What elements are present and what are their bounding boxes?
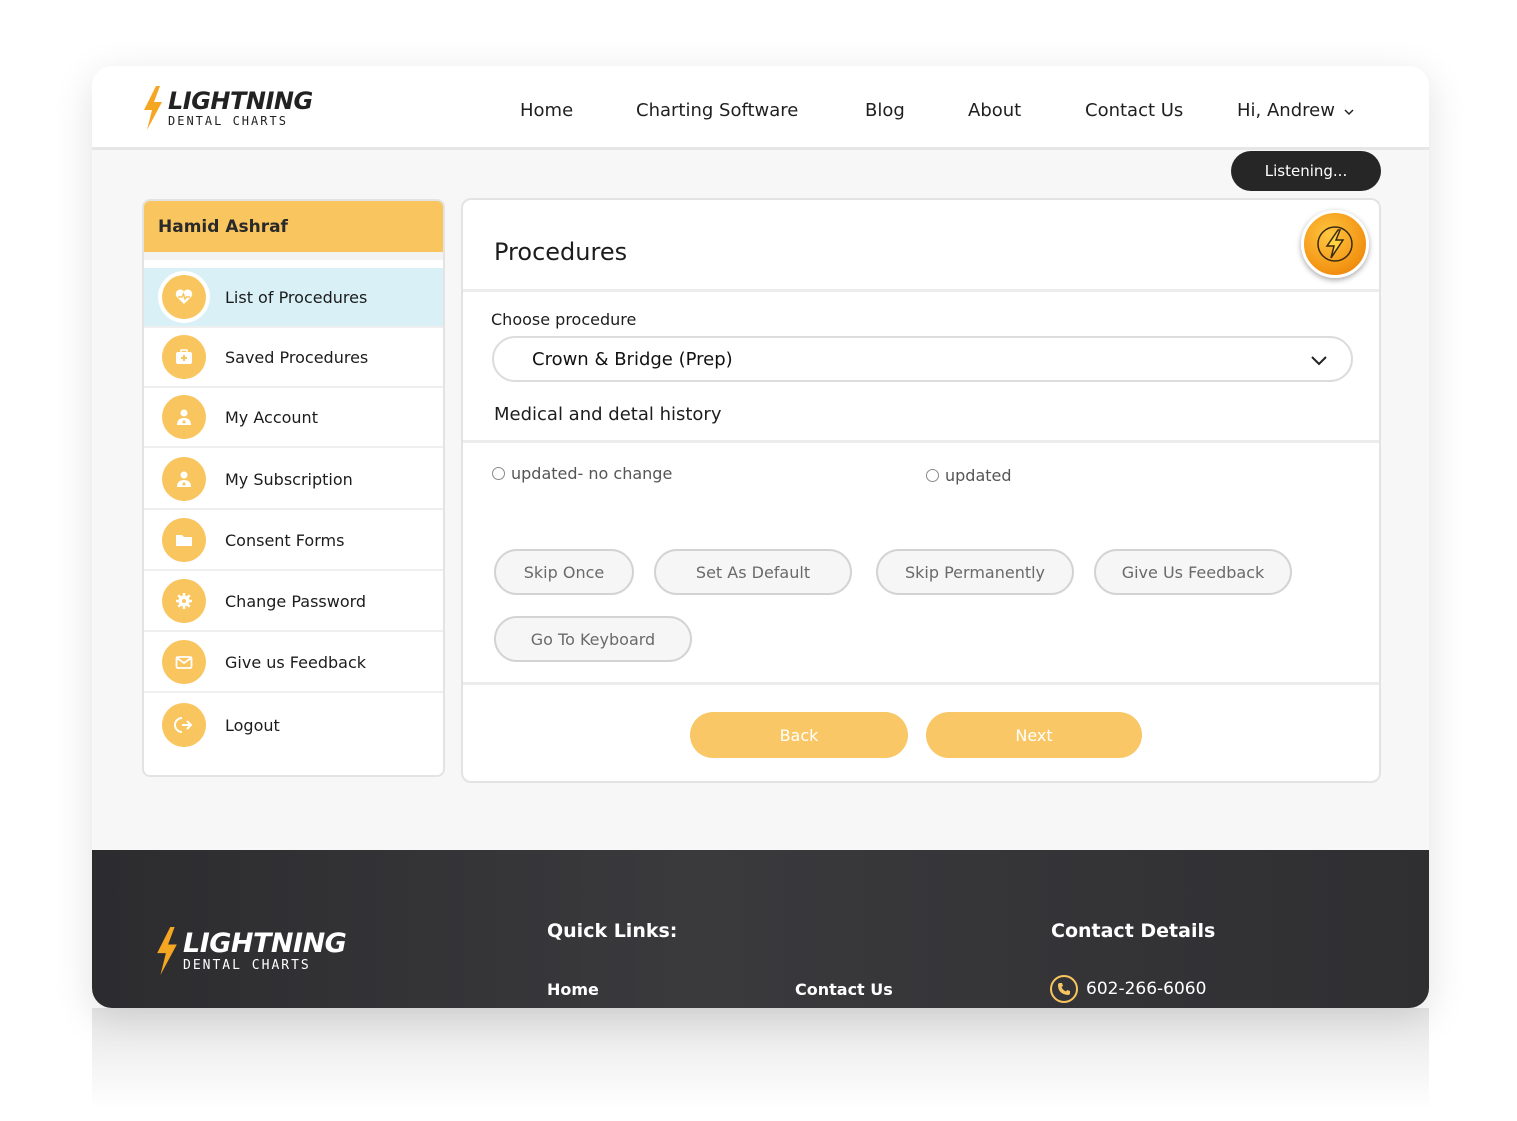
- brand-tagline: DENTAL CHARTS: [183, 958, 311, 973]
- voice-assistant-button[interactable]: [1301, 210, 1369, 278]
- back-button[interactable]: Back: [690, 712, 908, 758]
- footer-link-contact-us[interactable]: Contact Us: [795, 980, 893, 999]
- radio-updated-no-change[interactable]: updated- no change: [492, 464, 672, 483]
- user-greeting: Hi, Andrew: [1237, 100, 1335, 121]
- nav-contact-us[interactable]: Contact Us: [1085, 100, 1183, 121]
- medical-kit-icon: [162, 335, 206, 379]
- radio-label: updated: [945, 466, 1012, 485]
- sidebar-item-label: Give us Feedback: [225, 652, 366, 672]
- next-button[interactable]: Next: [926, 712, 1142, 758]
- lightning-bolt-icon: [1317, 226, 1353, 262]
- site-footer: LIGHTNING DENTAL CHARTS Quick Links: Con…: [92, 850, 1429, 1008]
- sidebar-item-list-of-procedures[interactable]: List of Procedures: [144, 268, 443, 328]
- sidebar-item-my-account[interactable]: My Account: [144, 388, 443, 448]
- phone-icon: [1050, 975, 1078, 1003]
- patient-name: Hamid Ashraf: [144, 201, 443, 260]
- nav-home[interactable]: Home: [520, 100, 573, 121]
- radio-circle: [926, 469, 939, 482]
- radio-updated[interactable]: updated: [926, 466, 1012, 485]
- sidebar-item-label: My Subscription: [225, 469, 353, 489]
- choose-procedure-label: Choose procedure: [491, 310, 637, 329]
- sidebar-item-consent-forms[interactable]: Consent Forms: [144, 511, 443, 571]
- quick-links-heading: Quick Links:: [547, 920, 678, 942]
- sidebar-item-logout[interactable]: Logout: [144, 695, 443, 755]
- contact-details-heading: Contact Details: [1051, 920, 1216, 942]
- sidebar-item-label: Consent Forms: [225, 530, 345, 550]
- chevron-down-icon: [1344, 109, 1354, 116]
- sidebar-item-my-subscription[interactable]: My Subscription: [144, 450, 443, 510]
- divider: [463, 289, 1379, 292]
- skip-permanently-button[interactable]: Skip Permanently: [876, 549, 1074, 595]
- nav-about[interactable]: About: [968, 100, 1021, 121]
- app-window: LIGHTNING DENTAL CHARTS Home Charting So…: [92, 66, 1429, 1008]
- gear-icon: [162, 579, 206, 623]
- brand-name: LIGHTNING: [183, 928, 347, 959]
- skip-once-button[interactable]: Skip Once: [494, 549, 634, 595]
- footer-link-home[interactable]: Home: [547, 980, 599, 999]
- phone-number: 602-266-6060: [1086, 979, 1207, 999]
- footer-phone[interactable]: 602-266-6060: [1050, 975, 1206, 1003]
- selected-procedure: Crown & Bridge (Prep): [532, 348, 733, 370]
- sidebar-item-label: Logout: [225, 715, 280, 735]
- set-as-default-button[interactable]: Set As Default: [654, 549, 852, 595]
- sidebar-item-label: Saved Procedures: [225, 347, 369, 367]
- footer-logo[interactable]: LIGHTNING DENTAL CHARTS: [155, 926, 347, 976]
- chevron-down-icon: [1311, 356, 1327, 366]
- main-nav: Home Charting Software Blog About Contac…: [92, 100, 1429, 122]
- sidebar-item-saved-procedures[interactable]: Saved Procedures: [144, 328, 443, 388]
- user-doctor-icon: [162, 395, 206, 439]
- sidebar-item-label: My Account: [225, 407, 318, 427]
- go-to-keyboard-button[interactable]: Go To Keyboard: [494, 616, 692, 662]
- sidebar-item-label: List of Procedures: [225, 287, 368, 307]
- sidebar-item-change-password[interactable]: Change Password: [144, 572, 443, 632]
- reflection-fade: [92, 1008, 1429, 1108]
- heart-pulse-icon: [162, 275, 206, 319]
- user-doctor-icon: [162, 457, 206, 501]
- sidebar: Hamid Ashraf List of Procedures Saved Pr…: [142, 199, 445, 777]
- divider: [463, 682, 1379, 685]
- window-reflection: [92, 1008, 1429, 1108]
- sidebar-item-give-us-feedback[interactable]: Give us Feedback: [144, 633, 443, 693]
- envelope-icon: [162, 640, 206, 684]
- logout-icon: [162, 703, 206, 747]
- page-title: Procedures: [494, 238, 628, 266]
- nav-charting-software[interactable]: Charting Software: [636, 100, 798, 121]
- procedure-select[interactable]: Crown & Bridge (Prep): [492, 336, 1353, 382]
- top-header: LIGHTNING DENTAL CHARTS Home Charting So…: [92, 66, 1429, 150]
- listening-status: Listening...: [1231, 151, 1381, 191]
- folder-icon: [162, 518, 206, 562]
- radio-label: updated- no change: [511, 464, 673, 483]
- section-heading: Medical and detal history: [494, 404, 722, 425]
- lightning-bolt-icon: [157, 927, 177, 975]
- sidebar-item-label: Change Password: [225, 591, 367, 611]
- divider: [463, 440, 1379, 443]
- radio-circle: [492, 467, 505, 480]
- procedures-panel: Procedures Choose procedure Crown & Brid…: [461, 198, 1381, 783]
- give-us-feedback-button[interactable]: Give Us Feedback: [1094, 549, 1292, 595]
- user-menu[interactable]: Hi, Andrew: [1237, 100, 1354, 121]
- nav-blog[interactable]: Blog: [865, 100, 905, 121]
